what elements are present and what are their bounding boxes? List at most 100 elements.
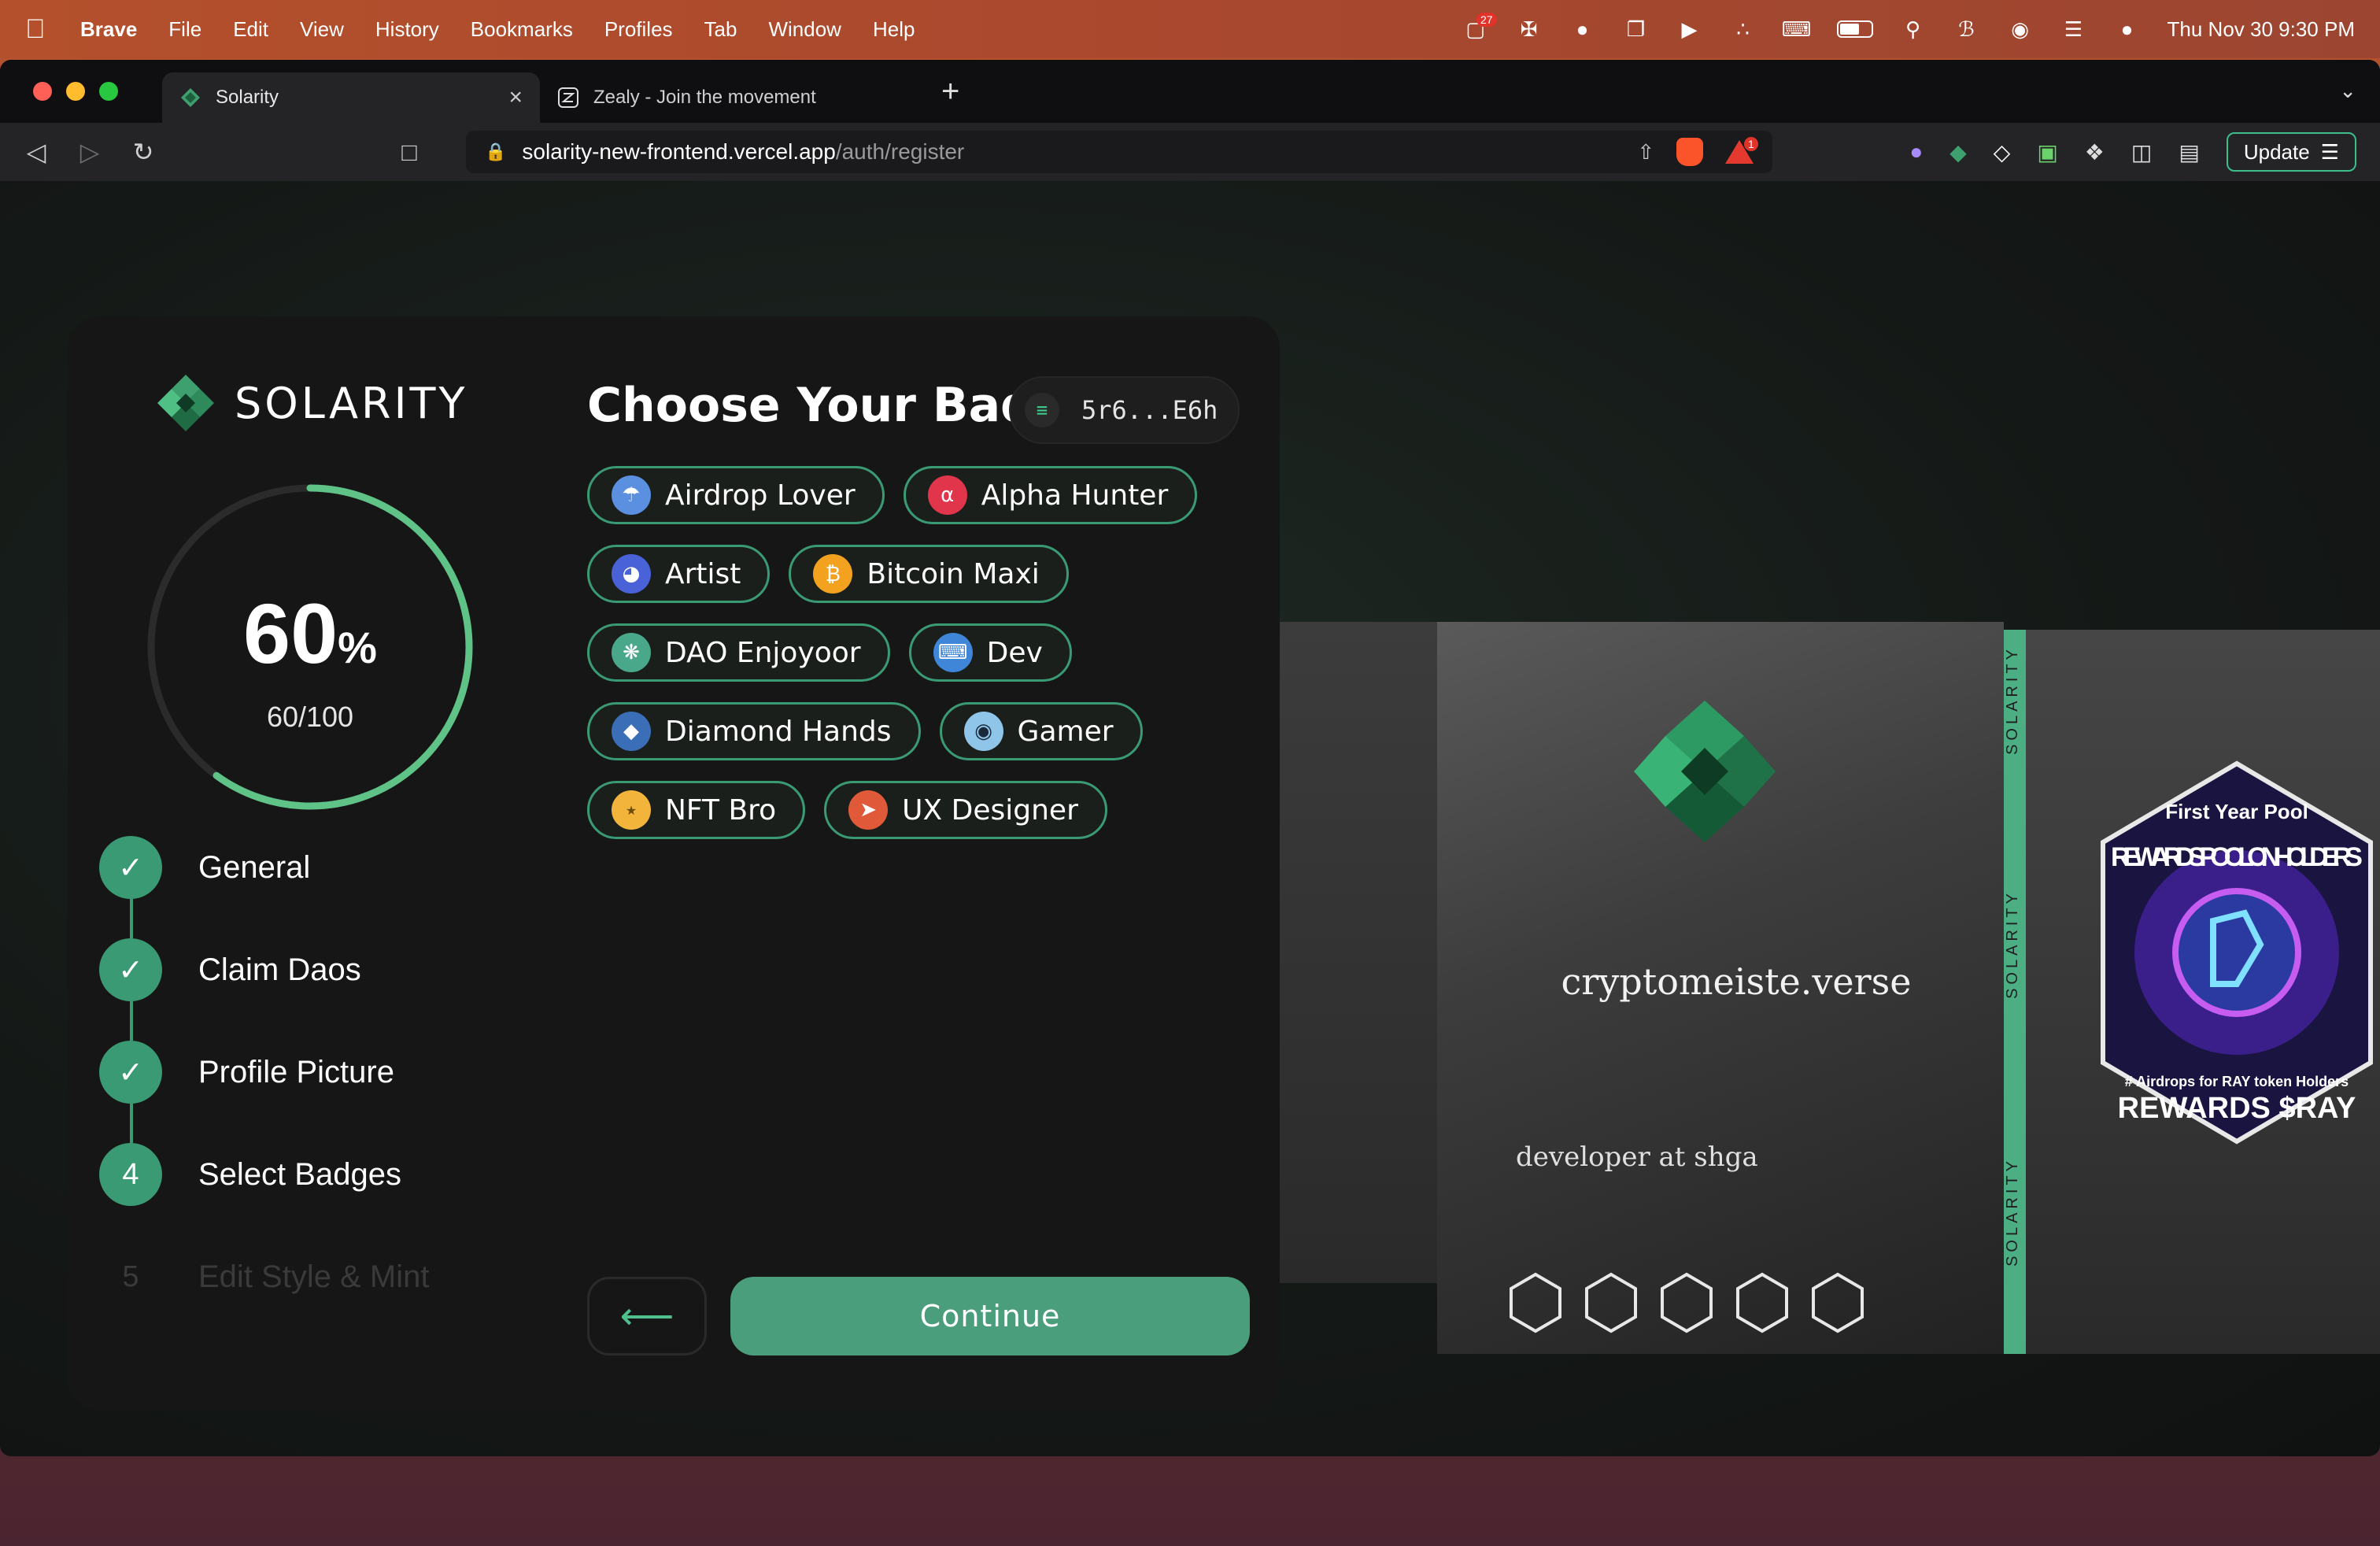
zealy-favicon-icon <box>557 87 579 109</box>
android-extension-icon[interactable]: ▣ <box>2037 139 2057 165</box>
menu-edit[interactable]: Edit <box>233 17 268 42</box>
siri-icon[interactable]: ● <box>2114 17 2141 41</box>
close-window-icon[interactable] <box>33 82 52 101</box>
badge-label: Alpha Hunter <box>981 479 1169 512</box>
menu-tab[interactable]: Tab <box>704 17 737 42</box>
menu-file[interactable]: File <box>168 17 201 42</box>
maximize-window-icon[interactable] <box>99 82 118 101</box>
diamond-extension-icon[interactable]: ◇ <box>1994 139 2011 165</box>
menu-bookmarks[interactable]: Bookmarks <box>471 17 573 42</box>
play-icon[interactable]: ▶ <box>1676 17 1703 41</box>
badge-dao-enjoyoor[interactable]: ❋ DAO Enjoyoor <box>587 623 890 682</box>
browser-toolbar: ◁ ▷ ↻ □ 🔒 solarity-new-frontend.vercel.a… <box>0 123 2380 181</box>
continue-button[interactable]: Continue <box>730 1277 1250 1356</box>
preview-badge-slots <box>1508 1271 1865 1334</box>
step-edit-style-mint[interactable]: 5 Edit Style & Mint <box>99 1245 493 1308</box>
solarity-gem-icon <box>1634 701 1776 842</box>
share-icon[interactable]: ⇧ <box>1637 140 1654 165</box>
control-center-icon[interactable]: ☰ <box>2060 17 2087 41</box>
step-label: Claim Daos <box>198 952 361 987</box>
antenna-icon[interactable]: ✠ <box>1516 17 1543 41</box>
solarity-extension-icon[interactable]: ◆ <box>1949 139 1967 165</box>
sidebar-icon[interactable]: ◫ <box>2131 139 2152 165</box>
wallet-icon[interactable]: ▤ <box>2179 139 2199 165</box>
step-general[interactable]: ✓ General <box>99 836 493 899</box>
hexagon-slot-icon <box>1585 1272 1637 1333</box>
reward-arc-text: REWARDS POOL ON HOLDERS <box>2111 842 2363 872</box>
step-select-badges[interactable]: 4 Select Badges <box>99 1143 493 1206</box>
url-host: solarity-new-frontend.vercel.app <box>522 139 836 164</box>
badge-diamond-hands[interactable]: ◆ Diamond Hands <box>587 702 921 760</box>
forward-icon[interactable]: ▷ <box>77 137 102 167</box>
clock[interactable]: Thu Nov 30 9:30 PM <box>2168 17 2355 42</box>
calendar-status-icon[interactable]: ▢ 27 <box>1462 13 1497 41</box>
chevron-down-icon[interactable]: ⌄ <box>2339 79 2356 103</box>
wifi-icon[interactable]: ◉ <box>2007 17 2034 41</box>
tab-label: Solarity <box>216 87 279 108</box>
keyboard-icon[interactable]: ⌨ <box>1782 17 1812 41</box>
menu-help[interactable]: Help <box>873 17 915 42</box>
brave-rewards-icon[interactable]: 1 <box>1725 137 1758 164</box>
minimize-window-icon[interactable] <box>66 82 85 101</box>
badge-label: NFT Bro <box>665 793 777 827</box>
badge-nft-bro[interactable]: ★ NFT Bro <box>587 781 806 839</box>
apple-menu-icon[interactable]:  <box>25 14 57 45</box>
address-bar[interactable]: 🔒 solarity-new-frontend.vercel.app/auth/… <box>466 131 1772 173</box>
puzzle-icon[interactable]: ❖ <box>2085 139 2105 165</box>
reload-icon[interactable]: ↻ <box>131 137 156 167</box>
window-icon[interactable]: ❐ <box>1623 17 1650 41</box>
brave-shields-icon[interactable] <box>1676 138 1703 166</box>
bookmark-icon[interactable]: □ <box>397 138 422 167</box>
badge-ux-designer[interactable]: ➤ UX Designer <box>824 781 1107 839</box>
wallet-button[interactable]: ≡ 5r6...E6h <box>1009 376 1240 444</box>
solana-icon: ≡ <box>1025 393 1059 427</box>
reward-sub-text: # Airdrops for RAY token Holders <box>2125 1074 2349 1089</box>
menu-history[interactable]: History <box>375 17 439 42</box>
battery-icon[interactable] <box>1836 20 1873 38</box>
step-profile-picture[interactable]: ✓ Profile Picture <box>99 1041 493 1104</box>
menu-app-name[interactable]: Brave <box>80 17 137 42</box>
badge-list: ☂ Airdrop Lover α Alpha Hunter ◕ Artist ₿ Bi… <box>587 466 1232 860</box>
percent-sign: % <box>338 623 377 672</box>
back-icon[interactable]: ◁ <box>24 137 49 167</box>
back-button[interactable]: ⟵ <box>587 1277 707 1356</box>
progress-percent: 60% <box>145 584 475 682</box>
hexagon-slot-icon <box>1812 1272 1864 1333</box>
ghost-extension-icon[interactable]: ● <box>1909 139 1923 165</box>
badge-gamer[interactable]: ◉ Gamer <box>939 702 1143 760</box>
tab-strip: Solarity × Zealy - Join the movement + ⌄ <box>0 60 2380 123</box>
tab-zealy[interactable]: Zealy - Join the movement <box>540 72 918 123</box>
badge-dev[interactable]: ⌨ Dev <box>908 623 1072 682</box>
arrow-left-icon: ⟵ <box>619 1296 674 1337</box>
strip-text: SOLARITY <box>2004 890 2021 999</box>
progress-count: 60/100 <box>266 701 354 733</box>
menu-profiles[interactable]: Profiles <box>604 17 673 42</box>
step-connector <box>130 1001 133 1041</box>
menu-icon: ☰ <box>2320 139 2339 164</box>
new-tab-icon[interactable]: + <box>941 74 959 109</box>
menu-window[interactable]: Window <box>768 17 841 42</box>
solarity-logo[interactable]: SOLARITY <box>156 373 468 433</box>
badge-bitcoin-maxi[interactable]: ₿ Bitcoin Maxi <box>789 545 1069 603</box>
step-label: General <box>198 849 311 885</box>
tab-solarity[interactable]: Solarity × <box>162 72 540 123</box>
extensions-area: ● ◆ ◇ ▣ ❖ ◫ ▤ Update ☰ <box>1909 132 2356 172</box>
close-tab-icon[interactable]: × <box>508 84 523 111</box>
menu-bar:  Brave File Edit View History Bookmarks… <box>0 0 2380 58</box>
lock-icon[interactable]: 🔒 <box>485 142 506 162</box>
step-claim-daos[interactable]: ✓ Claim Daos <box>99 938 493 1001</box>
menu-view[interactable]: View <box>300 17 344 42</box>
badge-label: Gamer <box>1017 715 1114 748</box>
badge-alpha-hunter[interactable]: α Alpha Hunter <box>903 466 1198 524</box>
update-button[interactable]: Update ☰ <box>2226 132 2356 172</box>
progress-percent-value: 60 <box>243 586 338 681</box>
badge-label: Diamond Hands <box>665 715 892 748</box>
check-icon: ✓ <box>99 1041 162 1104</box>
search-icon[interactable]: ⚲ <box>1900 17 1927 41</box>
logo-text: SOLARITY <box>235 378 468 428</box>
bluetooth-icon[interactable]: ℬ <box>1953 17 1980 41</box>
badge-airdrop-lover[interactable]: ☂ Airdrop Lover <box>587 466 885 524</box>
dots-icon[interactable]: ∴ <box>1730 17 1757 41</box>
badge-artist[interactable]: ◕ Artist <box>587 545 771 603</box>
elephant-icon[interactable]: ● <box>1569 17 1596 41</box>
